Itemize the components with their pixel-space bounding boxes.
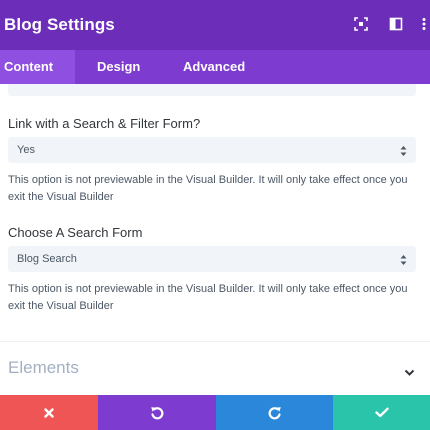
settings-content: Link with a Search & Filter Form? Yes Th… — [0, 84, 430, 396]
search-filter-value: Yes — [17, 144, 35, 156]
search-filter-label: Link with a Search & Filter Form? — [8, 116, 201, 131]
checkmark-icon — [374, 407, 389, 418]
previous-field-partial[interactable] — [8, 84, 416, 96]
modal-footer — [0, 395, 430, 430]
redo-button[interactable] — [216, 395, 333, 430]
save-button[interactable] — [333, 395, 430, 430]
focus-icon[interactable] — [354, 17, 368, 31]
modal-header: Blog Settings — [0, 0, 430, 50]
more-options-icon[interactable] — [421, 17, 427, 31]
search-form-value: Blog Search — [17, 253, 77, 265]
elements-section-toggle[interactable]: Elements — [0, 342, 430, 396]
chevron-down-icon — [404, 364, 415, 376]
elements-section-title: Elements — [8, 358, 79, 377]
search-form-label: Choose A Search Form — [8, 225, 143, 240]
discard-button[interactable] — [0, 395, 98, 430]
undo-button[interactable] — [98, 395, 216, 430]
undo-icon — [150, 406, 164, 420]
select-arrows-icon — [400, 144, 407, 156]
modal-title: Blog Settings — [4, 15, 115, 34]
close-icon — [44, 407, 54, 418]
search-filter-note: This option is not previewable in the Vi… — [8, 174, 408, 203]
tab-content[interactable]: Content — [0, 50, 75, 84]
sidebar-toggle-icon[interactable] — [389, 17, 403, 31]
search-filter-select[interactable]: Yes — [8, 137, 416, 163]
search-form-note: This option is not previewable in the Vi… — [8, 283, 408, 312]
tab-advanced[interactable]: Advanced — [183, 50, 245, 84]
search-form-select[interactable]: Blog Search — [8, 246, 416, 272]
settings-tabs: Content Design Advanced — [0, 50, 430, 84]
tab-design[interactable]: Design — [97, 50, 140, 84]
select-arrows-icon — [400, 253, 407, 265]
redo-icon — [268, 406, 282, 420]
